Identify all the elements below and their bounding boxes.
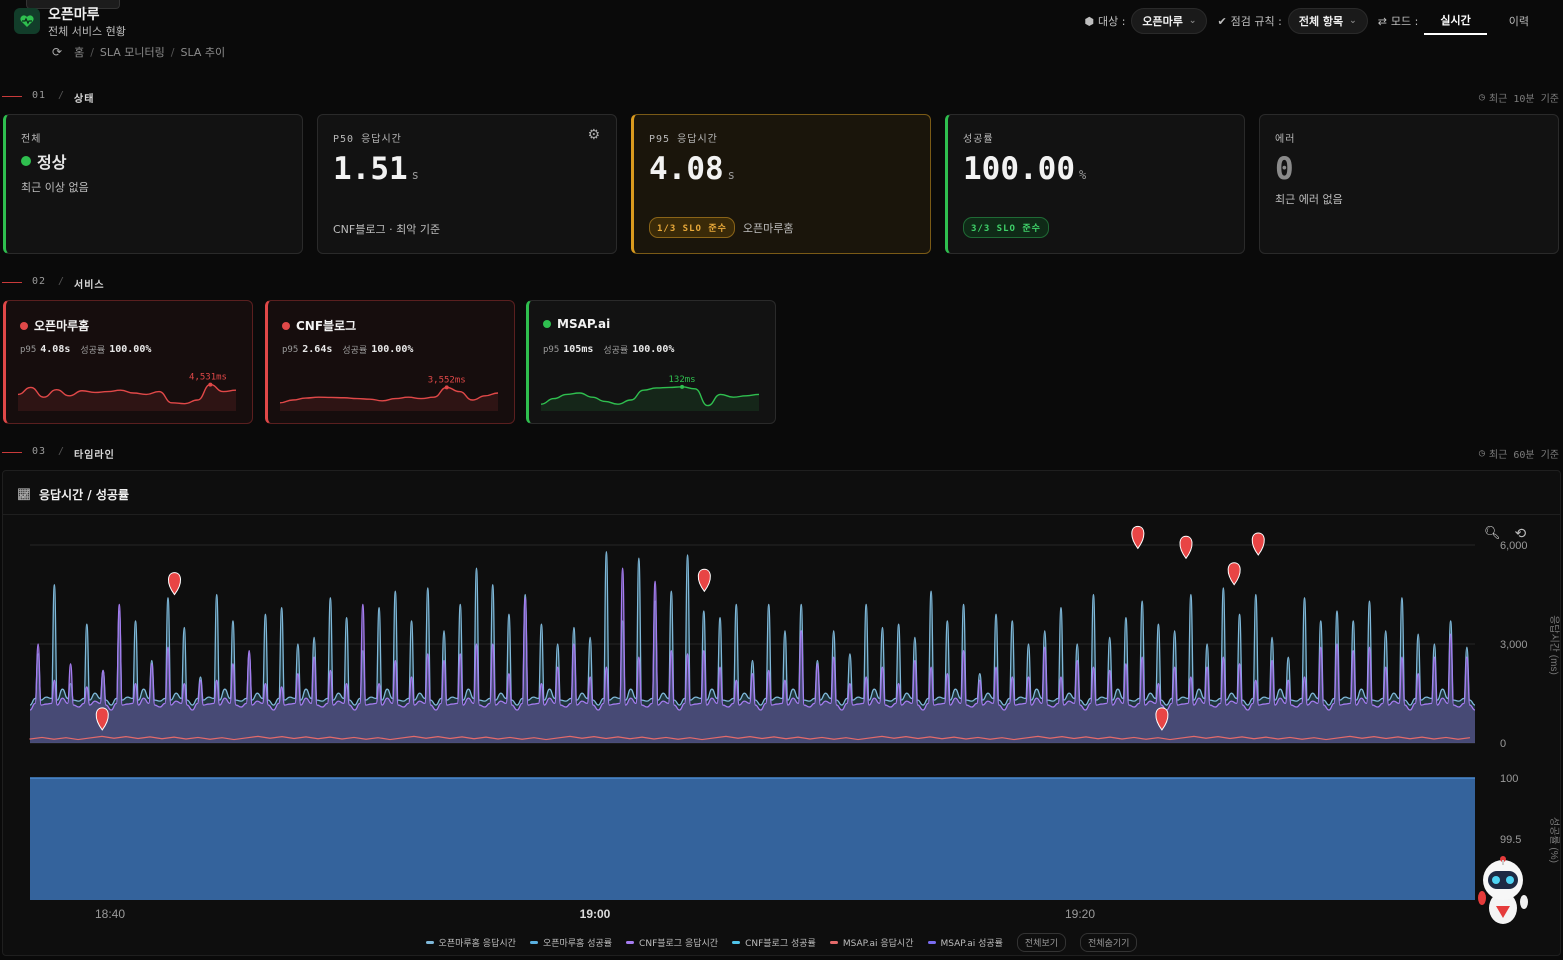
legend-item[interactable]: 오픈마루홈 성공률 [529, 936, 612, 949]
legend-swatch [626, 941, 635, 944]
y2-axis-label: 성공률 (%) [1548, 817, 1560, 863]
y2-tick-label: 100 [1500, 773, 1518, 785]
y1-axis-label: 응답시간 (ms) [1548, 615, 1560, 675]
chart-toolbox: 🔍︎ ⟲ [1484, 526, 1526, 542]
alert-pin [697, 568, 711, 593]
legend-item[interactable]: CNF블로그 응답시간 [626, 936, 718, 949]
alert-pin [1251, 532, 1265, 556]
y2-tick-label: 99.5 [1500, 834, 1521, 846]
show-all-button[interactable]: 전체보기 [1016, 933, 1067, 952]
hide-all-button[interactable]: 전체숨기기 [1080, 933, 1138, 952]
legend-swatch [829, 941, 838, 944]
legend-swatch [529, 941, 538, 944]
legend-swatch [732, 941, 741, 944]
x-tick-label: 19:20 [1065, 907, 1095, 921]
y1-tick-label: 0 [1500, 738, 1506, 750]
reset-zoom-icon[interactable]: ⟲ [1515, 526, 1527, 542]
legend-swatch [425, 941, 434, 944]
legend-item[interactable]: CNF블로그 성공률 [732, 936, 816, 949]
legend-item[interactable]: MSAP.ai 응답시간 [829, 936, 914, 949]
alert-pin [1227, 562, 1241, 586]
x-tick-label: 18:40 [95, 907, 125, 921]
success-rate-area [30, 778, 1475, 900]
alert-pin [1179, 535, 1193, 560]
x-tick-label: 19:00 [580, 907, 611, 921]
chart-legend: 오픈마루홈 응답시간 오픈마루홈 성공률 CNF블로그 응답시간 CNF블로그 성공률… [0, 933, 1563, 952]
robot-mascot-icon[interactable] [1474, 854, 1532, 928]
timeline-chart[interactable]: 6,0003,000010099.5응답시간 (ms)성공률 (%)18:40 1… [0, 0, 1563, 930]
legend-item[interactable]: 오픈마루홈 응답시간 [425, 936, 516, 949]
zoom-icon[interactable]: 🔍︎ [1484, 526, 1501, 542]
series-area-cnf [30, 568, 1475, 743]
legend-swatch [927, 941, 936, 944]
alert-pin [168, 572, 181, 596]
y1-tick-label: 3,000 [1500, 639, 1528, 651]
legend-item[interactable]: MSAP.ai 성공률 [927, 936, 1003, 949]
